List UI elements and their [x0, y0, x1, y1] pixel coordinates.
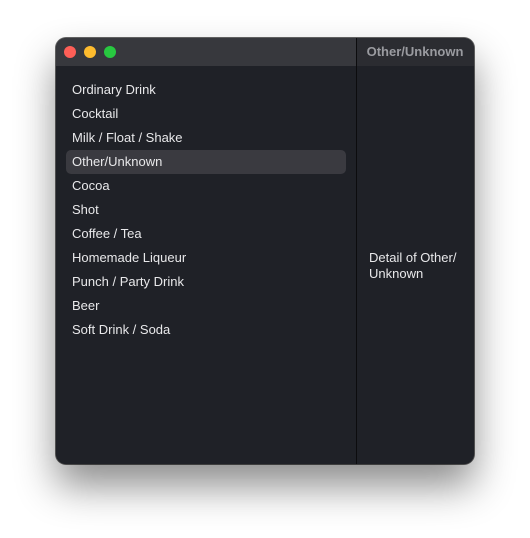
- list-item-punch-party-drink[interactable]: Punch / Party Drink: [66, 270, 346, 294]
- zoom-button[interactable]: [104, 46, 116, 58]
- detail-titlebar: Other/Unknown: [356, 38, 474, 66]
- list-item-soft-drink-soda[interactable]: Soft Drink / Soda: [66, 318, 346, 342]
- list-item-coffee-tea[interactable]: Coffee / Tea: [66, 222, 346, 246]
- detail-pane: Detail of Other/ Unknown: [357, 66, 474, 464]
- sidebar-titlebar: [56, 38, 356, 66]
- list-item-homemade-liqueur[interactable]: Homemade Liqueur: [66, 246, 346, 270]
- detail-text: Detail of Other/ Unknown: [369, 250, 457, 281]
- sidebar: Ordinary Drink Cocktail Milk / Float / S…: [56, 66, 356, 464]
- list-item-shot[interactable]: Shot: [66, 198, 346, 222]
- list-item-cocktail[interactable]: Cocktail: [66, 102, 346, 126]
- category-list: Ordinary Drink Cocktail Milk / Float / S…: [66, 78, 346, 342]
- list-item-milk-float-shake[interactable]: Milk / Float / Shake: [66, 126, 346, 150]
- close-button[interactable]: [64, 46, 76, 58]
- minimize-button[interactable]: [84, 46, 96, 58]
- list-item-other-unknown[interactable]: Other/Unknown: [66, 150, 346, 174]
- list-item-cocoa[interactable]: Cocoa: [66, 174, 346, 198]
- list-item-ordinary-drink[interactable]: Ordinary Drink: [66, 78, 346, 102]
- list-item-beer[interactable]: Beer: [66, 294, 346, 318]
- detail-window-title: Other/Unknown: [366, 44, 464, 59]
- app-window: Other/Unknown Ordinary Drink Cocktail Mi…: [56, 38, 474, 464]
